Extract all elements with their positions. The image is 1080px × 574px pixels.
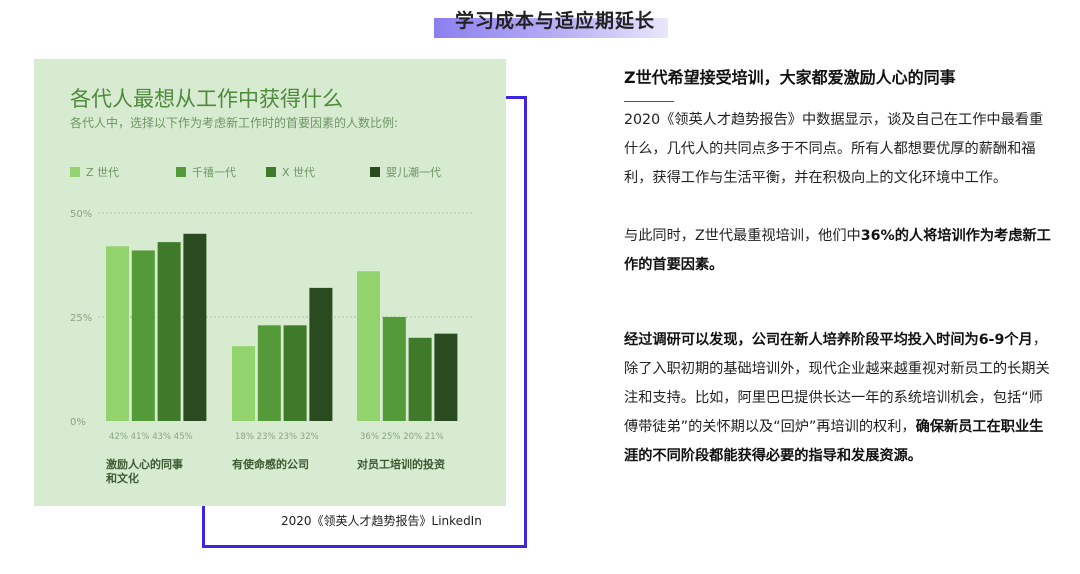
paragraph-emphasis: 经过调研可以发现，公司在新人培养阶段平均投入时间为6-9个月 <box>624 332 1033 348</box>
heading-divider <box>624 101 674 102</box>
bar <box>309 287 333 421</box>
x-category-label: 对员工培训的投资 <box>357 457 445 471</box>
chart-source: 2020《领英人才趋势报告》LinkedIn <box>281 514 482 528</box>
bar <box>257 325 281 421</box>
bar <box>106 246 129 421</box>
y-tick-label: 0% <box>70 417 86 428</box>
x-category-label: 激励人心的同事和文化 <box>106 457 183 485</box>
x-category-label: 有使命感的公司 <box>232 457 309 471</box>
bar <box>382 317 406 421</box>
bar-chart-plot: 50% 25% 0% 42% 41% 43% 45% 18% 23% 23% 32% 36… <box>70 209 474 485</box>
bar <box>131 250 155 421</box>
bar <box>157 242 181 421</box>
bar <box>357 271 380 421</box>
bar <box>183 233 207 421</box>
y-tick-label: 25% <box>70 313 92 324</box>
page-title: 学习成本与适应期延长 <box>455 10 656 32</box>
paragraph-text: 与此同时，Z世代最重视培训，他们中 <box>624 228 861 244</box>
section-heading: Z世代希望接受培训，大家都爱激励人心的同事 <box>624 68 956 87</box>
x-category-label-line: 对员工培训的投资 <box>357 457 445 471</box>
bar <box>232 346 255 421</box>
bar <box>434 333 458 421</box>
chart-card: 各代人最想从工作中获得什么 各代人中，选择以下作为考虑新工作时的首要因素的人数比… <box>34 59 506 506</box>
paragraph-training-priority: 与此同时，Z世代最重视培训，他们中36%的人将培训作为考虑新工作的首要因素。 <box>624 222 1054 280</box>
x-category-label-line: 和文化 <box>106 471 139 485</box>
paragraph-text: 2020《领英人才趋势报告》中数据显示，谈及自己在工作中最看重什么，几代人的共同… <box>624 112 1044 186</box>
paragraph-onboarding-time: 经过调研可以发现，公司在新人培养阶段平均投入时间为6-9个月，除了入职初期的基础… <box>624 326 1054 471</box>
data-label: 42% 41% 43% 45% <box>109 432 193 442</box>
x-category-label-line: 有使命感的公司 <box>232 457 309 471</box>
data-label: 36% 25% 20% 21% <box>360 432 444 442</box>
y-tick-label: 50% <box>70 209 92 220</box>
x-category-label-line: 激励人心的同事 <box>106 457 183 471</box>
bar <box>283 325 307 421</box>
bar <box>408 337 432 421</box>
data-label: 18% 23% 23% 32% <box>235 432 319 442</box>
paragraph-survey-summary: 2020《领英人才趋势报告》中数据显示，谈及自己在工作中最看重什么，几代人的共同… <box>624 106 1054 193</box>
